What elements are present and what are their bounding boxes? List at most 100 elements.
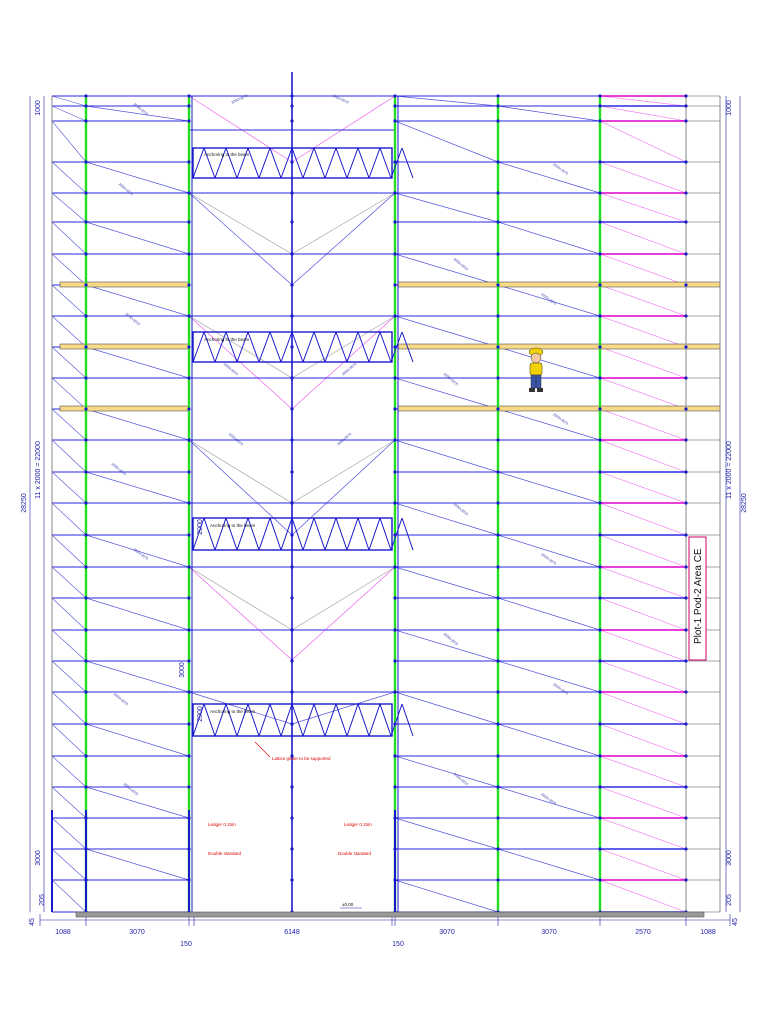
rosette: [84, 754, 88, 758]
rosette: [290, 533, 294, 537]
rosette: [598, 160, 602, 164]
lattice-web: [346, 147, 359, 179]
rosette: [84, 283, 88, 287]
rosette: [187, 754, 191, 758]
center-brace: [291, 95, 396, 163]
rosette: [598, 119, 602, 123]
rosette: [496, 438, 500, 442]
rosette: [684, 596, 688, 600]
anchoring-note-4: Anchoring to the beam: [210, 709, 256, 714]
diagonal-brace: [394, 120, 499, 163]
rosette: [84, 565, 88, 569]
brace-label: 2000×3070: [540, 292, 557, 305]
rosette: [187, 191, 191, 195]
diagonal-brace: [394, 95, 499, 107]
rosette: [684, 816, 688, 820]
rosette: [496, 628, 500, 632]
diagonal-brace: [51, 346, 87, 379]
rosette: [496, 345, 500, 349]
rosette: [187, 119, 191, 123]
rosette: [598, 104, 602, 108]
diagonal-brace: [85, 723, 190, 757]
rosette: [187, 345, 191, 349]
center-brace: [291, 192, 396, 255]
worker-figure-icon: [528, 347, 544, 392]
lattice-web: [335, 517, 348, 551]
rosette: [684, 104, 688, 108]
rosette: [187, 220, 191, 224]
rosette: [598, 94, 602, 98]
rosette: [393, 470, 397, 474]
lattice-web: [357, 147, 370, 179]
diagonal-brace: [51, 192, 87, 223]
rosette: [496, 659, 500, 663]
rosette: [496, 314, 500, 318]
brace-label: 2000×3070: [111, 462, 127, 476]
diagonal-brace: [497, 408, 601, 441]
center-brace: [291, 315, 396, 379]
rosette: [598, 628, 602, 632]
diagonal-brace: [51, 691, 87, 725]
rosette: [598, 283, 602, 287]
rosette: [684, 722, 688, 726]
diagonal-brace: [599, 284, 687, 317]
lattice-web: [324, 703, 337, 737]
diagonal-brace: [599, 120, 687, 163]
center-brace: [188, 315, 293, 379]
dim-left-repeat: 11 x 2000 = 22000: [35, 441, 42, 499]
lattice-web: [324, 331, 337, 363]
area-label-box[interactable]: Plot-1 Pod-2 Area CE: [688, 536, 707, 661]
rosette: [393, 119, 397, 123]
dimension-label: 150: [392, 941, 404, 948]
rosette: [496, 596, 500, 600]
diagonal-brace: [497, 660, 601, 693]
rosette: [290, 878, 294, 882]
rosette: [598, 533, 602, 537]
center-brace: [291, 439, 396, 504]
rosette: [290, 501, 294, 505]
double-standard-note-left: Double standard: [208, 851, 242, 856]
lattice-web: [379, 331, 392, 363]
center-brace: [188, 439, 293, 504]
rosette: [84, 314, 88, 318]
rosette: [393, 191, 397, 195]
diagonal-brace: [394, 192, 499, 223]
deck-board: [59, 405, 190, 412]
rosette: [84, 628, 88, 632]
rosette: [187, 104, 191, 108]
rosette: [496, 501, 500, 505]
diagonal-brace: [85, 346, 190, 379]
rosette: [684, 690, 688, 694]
diagonal-brace: [51, 597, 87, 631]
dim-left-bottom: 3000: [35, 850, 42, 866]
rosette: [187, 533, 191, 537]
rosette: [290, 659, 294, 663]
rosette: [290, 722, 294, 726]
diagonal-brace: [497, 534, 601, 568]
rosette: [84, 438, 88, 442]
brace-label: 2000×3070: [118, 182, 134, 196]
dim-left-top: 1000: [35, 100, 42, 116]
diagonal-brace: [599, 105, 687, 122]
rosette: [393, 501, 397, 505]
rosette: [84, 690, 88, 694]
diagonal-brace: [497, 346, 601, 379]
rosette: [187, 596, 191, 600]
lattice-web: [357, 517, 370, 551]
rosette: [684, 438, 688, 442]
dimension-label: 150: [180, 941, 192, 948]
brace-label: 2000×3070: [132, 547, 149, 560]
lattice-web: [302, 331, 315, 363]
diagonal-brace: [394, 691, 499, 725]
rosette: [290, 345, 294, 349]
lattice-web: [302, 147, 315, 179]
dimension-label: 6148: [284, 929, 300, 936]
diagonal-brace: [599, 817, 687, 850]
dim-left-base-b: 205: [39, 894, 46, 906]
diagonal-brace: [599, 786, 687, 819]
rosette: [187, 252, 191, 256]
rosette: [290, 785, 294, 789]
diagonal-brace: [599, 161, 687, 194]
deck-board: [397, 343, 721, 350]
center-brace: [188, 566, 293, 631]
